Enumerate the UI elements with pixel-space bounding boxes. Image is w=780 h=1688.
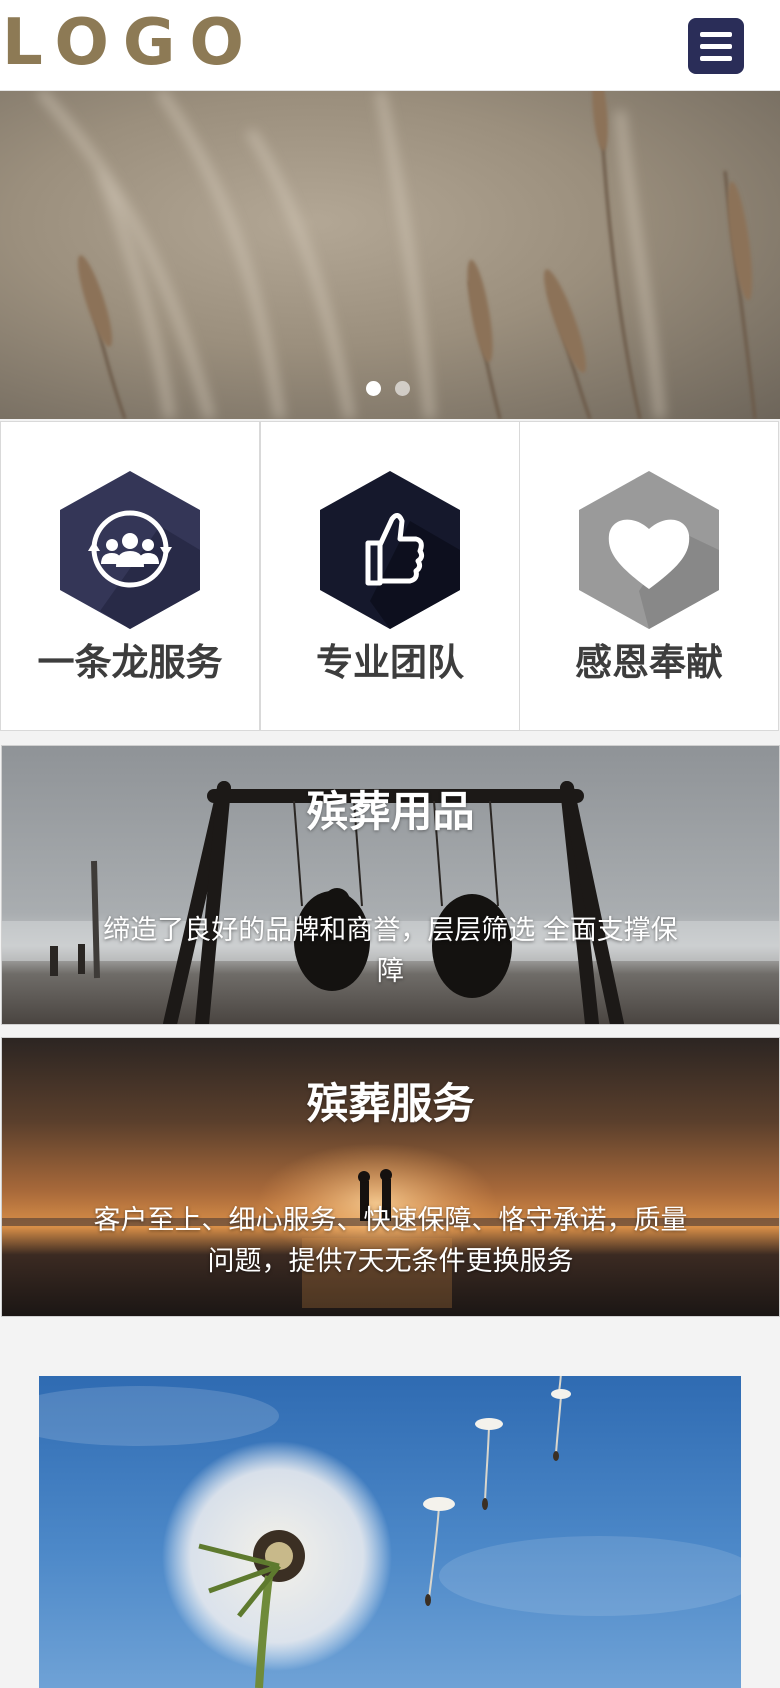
service-description: 缔造了良好的品牌和商誉，层层筛选 全面支撑保障 — [103, 915, 678, 986]
service-card-funeral-service[interactable]: 殡葬服务 客户至上、细心服务、快速保障、恪守承诺，质量问题，提供7天无条件更换服… — [1, 1037, 780, 1317]
service-card-funeral-supplies[interactable]: 殡葬用品 缔造了良好的品牌和商誉，层层筛选 全面支撑保障 — [1, 745, 780, 1025]
feature-label: 感恩奉献 — [575, 642, 723, 683]
hamburger-menu-icon-bar — [700, 44, 732, 49]
feature-card-gratitude[interactable]: 感恩奉献 — [519, 421, 779, 731]
feature-card-professional-team[interactable]: 专业团队 — [260, 421, 520, 731]
feature-grid: 一条龙服务 专业团队 感恩奉献 — [0, 421, 780, 734]
carousel-indicators — [366, 381, 424, 401]
service-title: 殡葬用品 — [306, 788, 475, 835]
dandelion-sky-photo — [39, 1376, 741, 1688]
feature-card-one-stop-service[interactable]: 一条龙服务 — [0, 421, 260, 731]
service-description: 客户至上、细心服务、快速保障、恪守承诺，质量问题，提供7天无条件更换服务 — [93, 1205, 688, 1276]
carousel-dot-2[interactable] — [395, 381, 410, 396]
service-title: 殡葬服务 — [306, 1080, 475, 1127]
feature-label: 一条龙服务 — [37, 642, 223, 683]
carousel-dot-1[interactable] — [366, 381, 381, 396]
wheat-grass-field-photo — [36, 91, 757, 419]
thumbs-up-icon — [320, 471, 460, 629]
hamburger-menu-icon-bar — [700, 56, 732, 61]
hero-banner[interactable] — [0, 91, 780, 419]
header: LOGO — [0, 0, 780, 91]
hamburger-menu-button[interactable] — [688, 18, 744, 74]
heart-icon — [579, 471, 719, 629]
dandelion-photo[interactable] — [39, 1376, 741, 1688]
hamburger-menu-icon — [700, 32, 732, 37]
team-cycle-icon — [60, 471, 200, 629]
feature-label: 专业团队 — [316, 642, 464, 683]
logo[interactable]: LOGO — [2, 8, 258, 78]
